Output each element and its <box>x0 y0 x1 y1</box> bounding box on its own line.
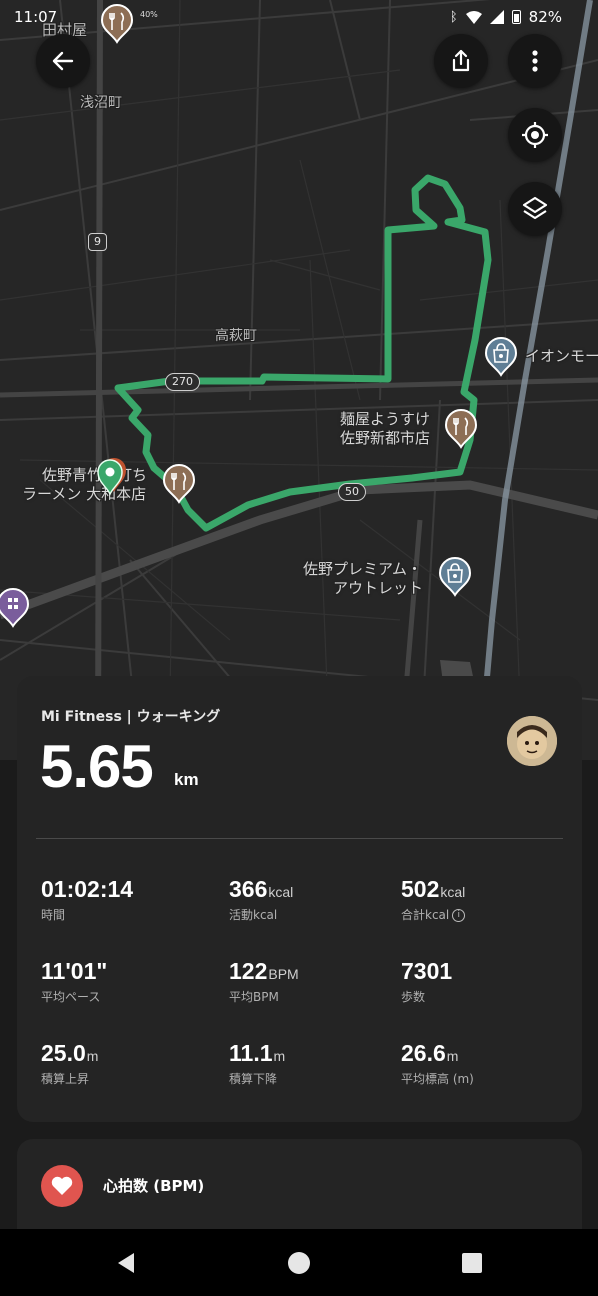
stat-descent-value: 11.1 <box>229 1040 273 1066</box>
stat-avg-pace-label: 平均ペース <box>41 990 101 1004</box>
nav-home-button[interactable] <box>285 1249 313 1277</box>
info-icon[interactable]: i <box>452 909 466 922</box>
activity-summary-card: Mi Fitness | ウォーキング 5.65 km 01:02:14 時間 … <box>17 676 582 1122</box>
stat-avg-bpm-value: 122 <box>229 958 268 984</box>
restaurant-pin-icon[interactable] <box>162 464 196 504</box>
stat-duration-value: 01:02:14 <box>41 876 134 902</box>
poi-menya-label[interactable]: 麺屋ようすけ 佐野新都市店 <box>340 410 430 448</box>
bluetooth-icon: ᛒ <box>449 9 458 25</box>
shopping-pin-icon[interactable] <box>484 337 518 377</box>
stat-avg-bpm: 122BPM 平均BPM <box>229 958 299 1005</box>
status-extra-text: 40% <box>140 10 158 19</box>
divider <box>36 838 563 839</box>
stat-descent-unit: m <box>273 1048 286 1064</box>
my-location-button[interactable] <box>508 108 562 162</box>
activity-source: Mi Fitness | ウォーキング <box>41 709 221 725</box>
stat-avg-elevation: 26.6m 平均標高 (m) <box>401 1040 474 1087</box>
stat-ascent-unit: m <box>86 1048 99 1064</box>
avatar-image <box>507 716 557 766</box>
stat-avg-pace-value: 11'01" <box>41 958 108 984</box>
more-vertical-icon <box>532 50 538 72</box>
stat-duration-label: 時間 <box>41 908 66 922</box>
stat-total-kcal-value: 502 <box>401 876 440 902</box>
poi-ramen-line1: 佐野青竹手打ち <box>42 466 148 484</box>
stat-active-kcal-value: 366 <box>229 876 268 902</box>
stat-avg-elevation-label: 平均標高 (m) <box>401 1072 474 1086</box>
stat-total-kcal: 502kcal 合計kcal i <box>401 876 465 923</box>
route-shield-9: 9 <box>88 233 107 251</box>
stat-descent: 11.1m 積算下降 <box>229 1040 285 1087</box>
avatar[interactable] <box>507 716 557 766</box>
poi-outlet-label[interactable]: 佐野プレミアム・ アウトレット <box>303 560 423 598</box>
label-asanuma: 浅沼町 <box>80 95 122 111</box>
system-nav-bar <box>0 1229 598 1296</box>
stat-steps: 7301 歩数 <box>401 958 453 1005</box>
stat-avg-bpm-label: 平均BPM <box>229 990 279 1004</box>
stat-steps-value: 7301 <box>401 958 453 984</box>
map-layers-button[interactable] <box>508 182 562 236</box>
stat-ascent: 25.0m 積算上昇 <box>41 1040 98 1087</box>
stat-total-kcal-unit: kcal <box>440 884 466 900</box>
nav-recents-button[interactable] <box>458 1249 486 1277</box>
share-button[interactable] <box>434 34 488 88</box>
stat-avg-elevation-unit: m <box>446 1048 459 1064</box>
distance-value: 5.65 <box>40 733 154 800</box>
stat-avg-elevation-value: 26.6 <box>401 1040 446 1066</box>
battery-icon <box>511 10 521 24</box>
stat-descent-label: 積算下降 <box>229 1072 278 1086</box>
square-recents-icon <box>462 1253 482 1273</box>
place-pin-icon[interactable] <box>0 588 30 628</box>
back-button[interactable] <box>36 34 90 88</box>
stat-active-kcal-unit: kcal <box>268 884 294 900</box>
stat-ascent-label: 積算上昇 <box>41 1072 90 1086</box>
poi-aeon-label[interactable]: イオンモー <box>525 347 598 366</box>
poi-ramen-line2: ラーメン 大和本店 <box>22 485 147 503</box>
stat-active-kcal: 366kcal 活動kcal <box>229 876 293 923</box>
circle-home-icon <box>288 1252 310 1274</box>
map-view[interactable]: 浅沼町 高萩町 田村屋 9 270 50 麺屋ようすけ 佐野新都市店 佐野青竹手… <box>0 0 598 760</box>
shopping-pin-icon[interactable] <box>438 557 472 597</box>
poi-ramen-label[interactable]: 佐野青竹手打ち ラーメン 大和本店 <box>22 466 147 504</box>
wifi-icon <box>465 10 482 24</box>
stat-total-kcal-label: 合計kcal <box>401 908 450 922</box>
stat-steps-label: 歩数 <box>401 990 426 1004</box>
stat-ascent-value: 25.0 <box>41 1040 86 1066</box>
restaurant-pin-icon[interactable] <box>444 409 478 449</box>
stat-avg-bpm-unit: BPM <box>268 966 299 982</box>
poi-outlet-line1: 佐野プレミアム・ <box>303 560 422 578</box>
nav-back-button[interactable] <box>112 1249 140 1277</box>
arrow-left-icon <box>52 51 74 71</box>
route-shield-270: 270 <box>165 373 200 391</box>
route-shield-50: 50 <box>338 483 366 501</box>
label-takahagi: 高萩町 <box>215 328 257 344</box>
poi-menya-line2: 佐野新都市店 <box>340 429 431 447</box>
heart-rate-title: 心拍数 (BPM) <box>103 1177 205 1195</box>
poi-menya-line1: 麺屋ようすけ <box>340 410 431 428</box>
heart-icon-badge <box>41 1165 83 1207</box>
status-bar: 11:07 40% ᛒ 82% <box>0 0 598 34</box>
triangle-back-icon <box>118 1253 134 1273</box>
layers-icon <box>522 196 548 220</box>
distance-unit: km <box>174 770 199 789</box>
heart-icon <box>51 1176 73 1195</box>
my-location-icon <box>522 122 548 148</box>
start-marker-icon[interactable] <box>96 452 128 498</box>
status-time: 11:07 <box>14 8 58 26</box>
stat-duration: 01:02:14 時間 <box>41 876 134 923</box>
map-streets <box>0 0 598 760</box>
stat-active-kcal-label: 活動kcal <box>229 908 278 922</box>
more-options-button[interactable] <box>508 34 562 88</box>
status-right-icons: ᛒ 82% <box>450 8 562 26</box>
stat-avg-pace: 11'01" 平均ペース <box>41 958 108 1005</box>
signal-icon <box>489 10 504 24</box>
poi-outlet-line2: アウトレット <box>333 579 424 597</box>
battery-percent: 82% <box>528 8 562 26</box>
share-icon <box>452 49 470 72</box>
